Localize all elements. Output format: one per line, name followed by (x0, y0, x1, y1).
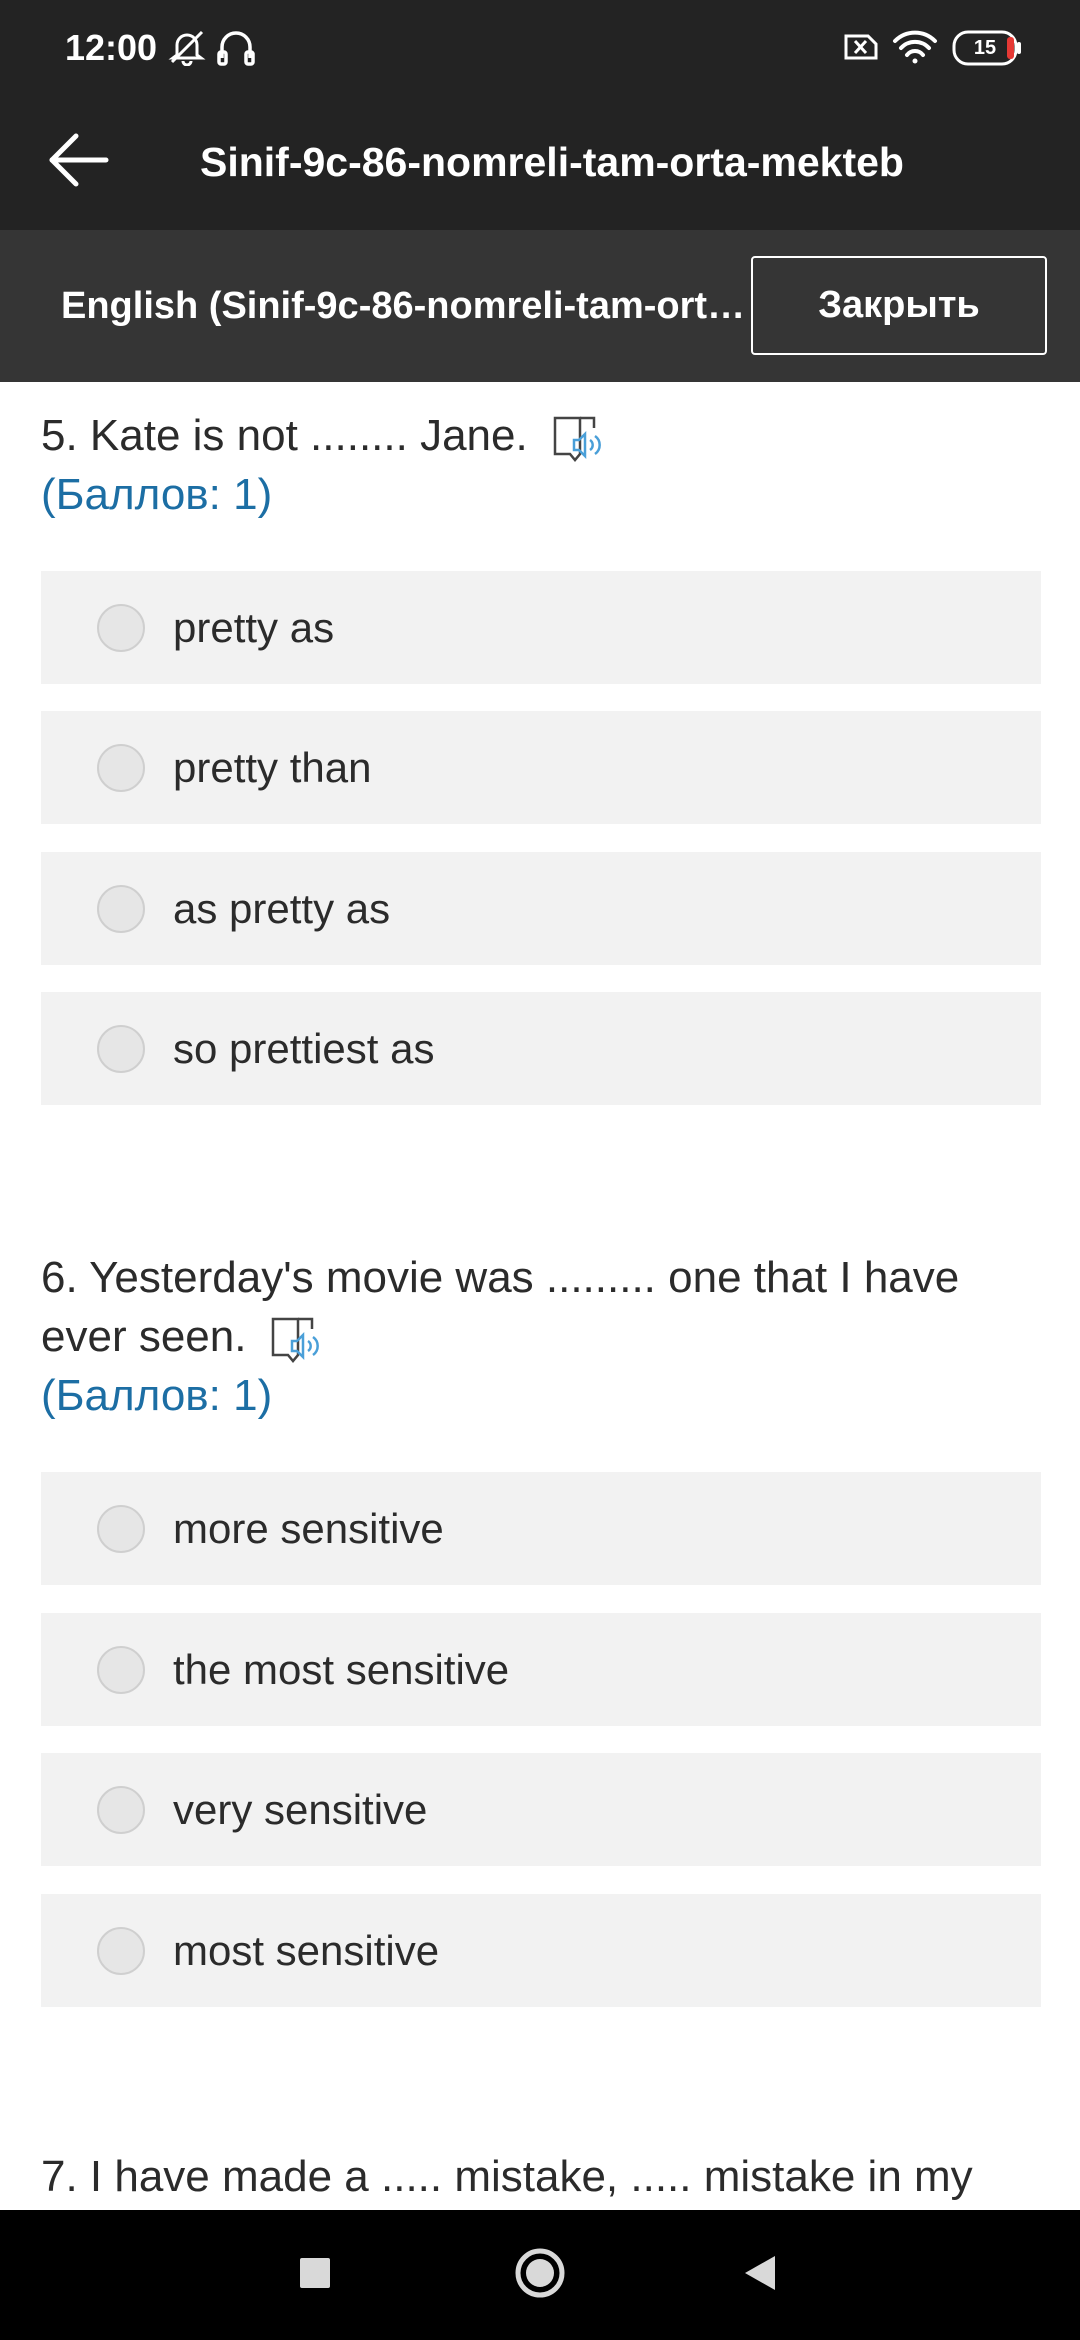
battery-icon: 15 (952, 28, 1022, 68)
question-text: 7. I have made a ..... mistake, ..... mi… (41, 2152, 973, 2201)
system-nav-bar (0, 2210, 1080, 2340)
status-bar: 12:00 15 (0, 0, 1080, 95)
audio-book-icon[interactable] (552, 412, 612, 464)
sim-error-icon (842, 28, 880, 66)
question-7: 7. I have made a ..... mistake, ..... mi… (41, 2147, 1080, 2206)
back-triangle-icon (743, 2254, 777, 2297)
battery-level: 15 (973, 37, 997, 59)
recent-apps-button[interactable] (275, 2235, 355, 2315)
option-label: as pretty as (173, 885, 391, 932)
option-label: pretty than (173, 744, 372, 791)
option-so-prettiest-as[interactable]: so prettiest as (41, 992, 1041, 1105)
radio-button[interactable] (97, 604, 145, 652)
app-title: Sinif-9c-86-nomreli-tam-orta-mekteb (200, 139, 904, 185)
question-points: (Баллов: 1) (41, 1371, 273, 1420)
option-very-sensitive[interactable]: very sensitive (41, 1753, 1041, 1866)
question-points: (Баллов: 1) (41, 470, 273, 519)
radio-button[interactable] (97, 885, 145, 933)
option-most-sensitive[interactable]: most sensitive (41, 1894, 1041, 2007)
question-6: 6. Yesterday's movie was ......... one t… (41, 1248, 1041, 1425)
wifi-icon (892, 28, 938, 66)
close-button[interactable]: Закрыть (751, 256, 1047, 355)
option-label: the most sensitive (173, 1646, 510, 1693)
option-label: more sensitive (173, 1505, 444, 1552)
status-time: 12:00 (65, 27, 158, 68)
radio-button[interactable] (97, 1786, 145, 1834)
home-icon (514, 2247, 566, 2304)
radio-button[interactable] (97, 1505, 145, 1553)
option-more-sensitive[interactable]: more sensitive (41, 1472, 1041, 1585)
option-the-most-sensitive[interactable]: the most sensitive (41, 1613, 1041, 1726)
quiz-content[interactable]: 5. Kate is not ........ Jane. (Баллов: 1… (0, 382, 1080, 2210)
option-as-pretty-as[interactable]: as pretty as (41, 852, 1041, 965)
arrow-left-icon (46, 132, 110, 193)
option-label: most sensitive (173, 1927, 440, 1974)
question-text: 5. Kate is not ........ Jane. (41, 411, 528, 460)
option-label: very sensitive (173, 1786, 428, 1833)
radio-button[interactable] (97, 1025, 145, 1073)
option-pretty-as[interactable]: pretty as (41, 571, 1041, 684)
question-5: 5. Kate is not ........ Jane. (Баллов: 1… (41, 406, 1041, 524)
course-name: English (Sinif-9c-86-nomreli-tam-orta-me… (61, 285, 751, 327)
question-text: 6. Yesterday's movie was ......... one t… (41, 1253, 960, 1361)
headset-icon (216, 28, 256, 66)
radio-button[interactable] (97, 1927, 145, 1975)
audio-book-icon[interactable] (270, 1313, 330, 1365)
radio-button[interactable] (97, 744, 145, 792)
app-bar: Sinif-9c-86-nomreli-tam-orta-mekteb (0, 95, 1080, 230)
back-nav-button[interactable] (720, 2235, 800, 2315)
home-button[interactable] (500, 2235, 580, 2315)
back-button[interactable] (30, 115, 125, 210)
mute-icon (168, 28, 206, 66)
course-header: English (Sinif-9c-86-nomreli-tam-orta-me… (0, 230, 1080, 382)
option-pretty-than[interactable]: pretty than (41, 711, 1041, 824)
radio-button[interactable] (97, 1646, 145, 1694)
recent-apps-icon (299, 2257, 331, 2294)
option-label: so prettiest as (173, 1025, 435, 1072)
option-label: pretty as (173, 604, 335, 651)
